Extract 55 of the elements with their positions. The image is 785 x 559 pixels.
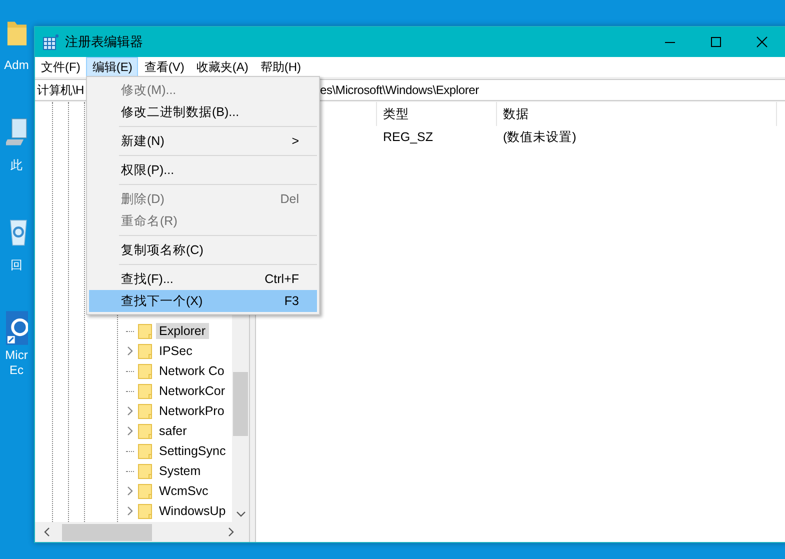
column-header[interactable]: 类型 — [377, 102, 497, 126]
folder-icon — [137, 423, 153, 439]
tree-item[interactable]: WindowsUp — [156, 503, 229, 519]
maximize-icon — [710, 36, 722, 48]
folder-icon — [137, 363, 153, 379]
browser-icon[interactable] — [6, 310, 28, 346]
expand-chevron-icon[interactable] — [126, 506, 134, 516]
expand-chevron-icon[interactable] — [126, 486, 134, 496]
expand-chevron-icon[interactable] — [126, 426, 134, 436]
desktop-icon-label: Ec — [9, 363, 24, 378]
scrollbar-thumb[interactable] — [62, 524, 152, 540]
expand-chevron-icon[interactable] — [126, 346, 134, 356]
tree-item[interactable]: WcmSvc — [156, 483, 212, 499]
tree-item[interactable]: NetworkPro — [156, 403, 228, 419]
tree-item[interactable]: System — [156, 463, 204, 479]
table-cell-text: (数值未设置) — [502, 128, 578, 146]
menu-item[interactable]: 复制项名称(C) — [89, 239, 317, 261]
tree-item[interactable]: SettingSync — [156, 443, 229, 459]
address-text: 计算机\H — [37, 82, 84, 98]
tree-item[interactable]: Explorer — [156, 323, 209, 339]
desktop-icon-label: 回 — [10, 258, 22, 273]
folder-icon — [137, 483, 153, 499]
desktop-icon-label: Micr — [5, 348, 28, 363]
menu-item[interactable]: 查看(V) — [138, 57, 190, 77]
menu-item[interactable]: 查找下一个(X) F3 — [89, 290, 317, 312]
menu-item[interactable]: 修改二进制数据(B)... — [89, 101, 317, 123]
folder-icon — [137, 403, 153, 419]
tree-item[interactable]: NetworkCor — [156, 383, 228, 399]
window-title: 注册表编辑器 — [65, 33, 143, 51]
menu-item[interactable]: 查找(F)... Ctrl+F — [89, 268, 317, 290]
folder-icon — [137, 463, 153, 479]
folder-icon — [137, 443, 153, 459]
tree-item[interactable]: Network Co — [156, 363, 228, 379]
menu-item[interactable]: 收藏夹(A) — [190, 57, 254, 77]
folder-icon — [137, 503, 153, 519]
table-cell-text: REG_SZ — [382, 130, 434, 144]
desktop-icon-label: 此 — [10, 158, 22, 173]
tree-item[interactable]: IPSec — [156, 343, 196, 359]
expand-chevron-icon[interactable] — [126, 406, 134, 416]
menu-item[interactable]: 帮助(H) — [254, 57, 307, 77]
folder-icon — [137, 323, 153, 339]
menu-item[interactable]: 文件(F) — [35, 57, 86, 77]
scrollbar-thumb[interactable] — [233, 372, 248, 436]
menu-item[interactable]: 新建(N) > — [89, 130, 317, 152]
horizontal-scrollbar[interactable] — [35, 522, 249, 542]
grid-icon — [43, 34, 59, 50]
close-icon — [756, 36, 768, 48]
menu-item[interactable]: 权限(P)... — [89, 159, 317, 181]
address-text: es\Microsoft\Windows\Explorer — [320, 83, 479, 97]
folder-icon — [137, 383, 153, 399]
menu-item[interactable]: 编辑(E) — [86, 57, 138, 77]
column-header[interactable]: 数据 — [497, 102, 777, 126]
desktop-icon-label: Adm — [4, 58, 29, 73]
folder-icon — [137, 343, 153, 359]
tree-item[interactable]: safer — [156, 423, 190, 439]
